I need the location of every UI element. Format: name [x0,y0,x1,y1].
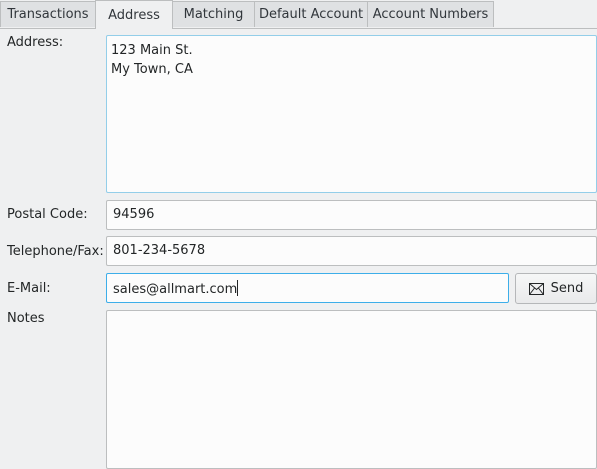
tab-account-numbers[interactable]: Account Numbers [367,1,494,27]
address-line-1: 123 Main St. [111,43,193,58]
tab-default-account[interactable]: Default Account [254,1,368,27]
tab-transactions[interactable]: Transactions [0,1,96,27]
envelope-icon [528,282,544,295]
address-textarea[interactable]: 123 Main St. My Town, CA [106,35,597,193]
postal-code-label: Postal Code: [7,207,88,222]
text-caret [237,280,239,296]
postal-code-value: 94596 [113,207,155,222]
telephone-field[interactable]: 801-234-5678 [106,236,597,266]
notes-textarea[interactable] [106,310,597,469]
send-button-label: Send [550,281,584,296]
email-value: sales@allmart.com [113,282,238,297]
address-line-2: My Town, CA [111,62,193,77]
postal-code-field[interactable]: 94596 [106,200,597,230]
tab-address[interactable]: Address [95,0,173,29]
email-field[interactable]: sales@allmart.com [106,273,509,303]
telephone-label: Telephone/Fax: [7,244,104,259]
telephone-value: 801-234-5678 [113,243,206,258]
send-email-button[interactable]: Send [515,273,597,304]
tab-bar: Transactions Address Matching Default Ac… [0,0,597,29]
notes-label: Notes [7,311,45,326]
address-label: Address: [7,35,64,50]
tab-matching[interactable]: Matching [172,1,255,27]
email-label: E-Mail: [7,281,51,296]
payee-address-panel: Transactions Address Matching Default Ac… [0,0,597,469]
